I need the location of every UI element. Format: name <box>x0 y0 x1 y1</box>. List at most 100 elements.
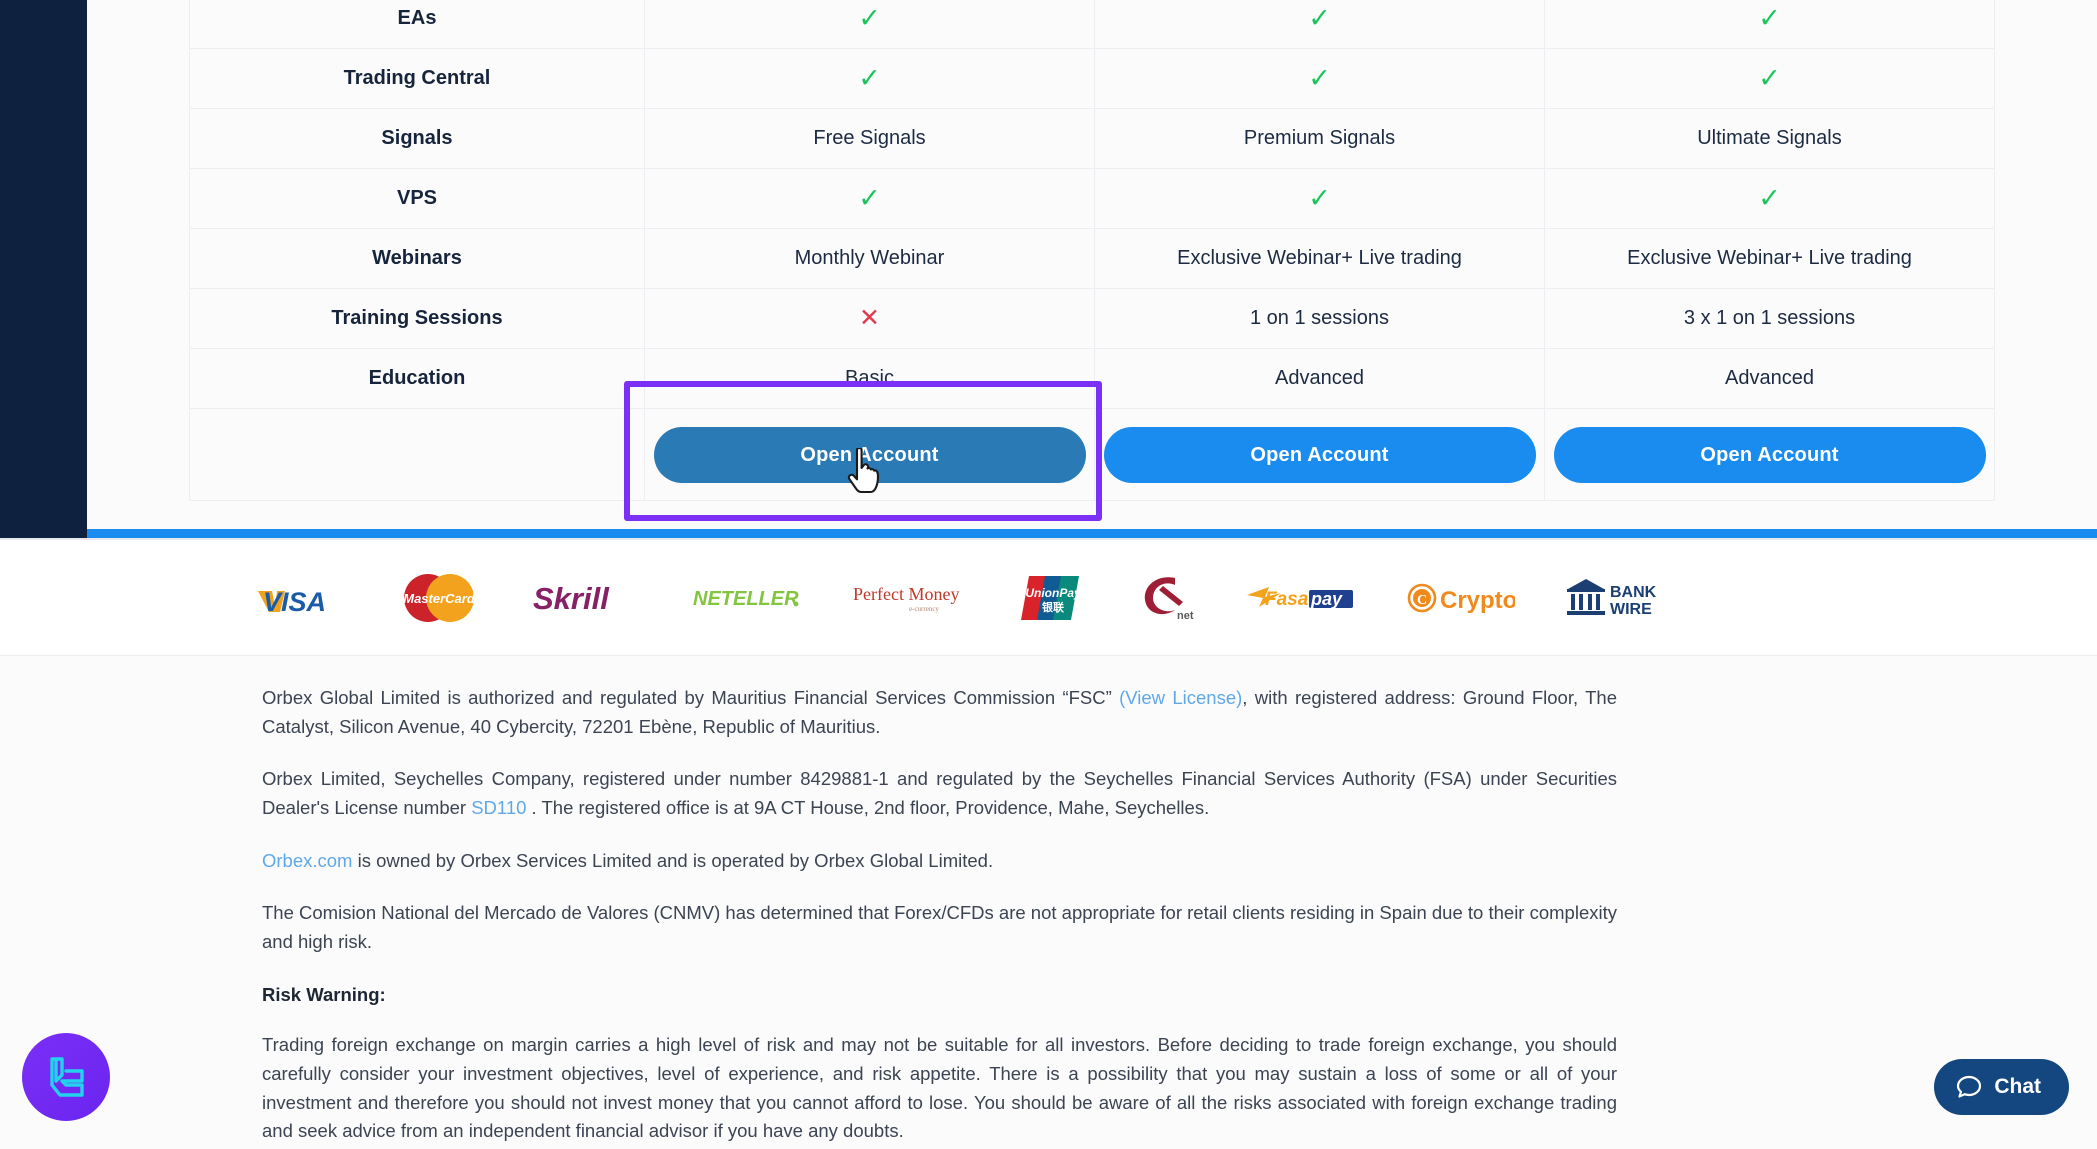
legal-p3-text-after: is owned by Orbex Services Limited and i… <box>352 849 994 871</box>
svg-text:pay: pay <box>1310 589 1343 609</box>
cell-basic: ✓ <box>644 168 1095 229</box>
cell-basic: Free Signals <box>644 108 1095 169</box>
cta-cell-ultimate: Open Account <box>1544 408 1995 501</box>
legal-paragraph-ownership: Orbex.com is owned by Orbex Services Lim… <box>262 847 1617 876</box>
check-icon: ✓ <box>1758 182 1781 213</box>
cta-empty-cell <box>189 408 645 501</box>
page-root: EAs ✓ ✓ ✓ Trading Central ✓ ✓ ✓ Signals Free Sign… <box>0 0 2097 1149</box>
visa-logo: VISA <box>255 570 347 626</box>
svg-text:UnionPay: UnionPay <box>1025 586 1082 600</box>
feature-label: EAs <box>189 0 645 49</box>
fasapay-logo: Fasa pay <box>1247 570 1357 626</box>
feature-label: Trading Central <box>189 48 645 109</box>
legal-disclaimer-section: Orbex Global Limited is authorized and r… <box>262 684 1617 1149</box>
svg-text:Perfect Money: Perfect Money <box>853 584 959 604</box>
floating-brand-badge[interactable] <box>22 1033 110 1121</box>
svg-text:e-currency: e-currency <box>909 605 939 613</box>
open-account-button-premium[interactable]: Open Account <box>1103 426 1536 483</box>
table-row: Webinars Monthly Webinar Exclusive Webinar… <box>189 228 1995 289</box>
cell-ultimate: ✓ <box>1544 168 1995 229</box>
feature-label: Education <box>189 348 645 409</box>
feature-label: Webinars <box>189 228 645 289</box>
bank-wire-logo: BANK WIRE <box>1565 570 1665 626</box>
cell-premium: 1 on 1 sessions <box>1094 288 1545 349</box>
mastercard-logo: MasterCard <box>397 570 481 626</box>
risk-warning-label: Risk Warning: <box>262 983 386 1005</box>
feature-label: VPS <box>189 168 645 229</box>
cell-ultimate: Ultimate Signals <box>1544 108 1995 169</box>
legal-paragraph-cnmv: The Comision National del Mercado de Val… <box>262 902 1617 953</box>
cell-premium: Advanced <box>1094 348 1545 409</box>
left-dark-rail <box>0 0 87 540</box>
svg-text:银联: 银联 <box>1042 600 1064 614</box>
cell-basic: ✓ <box>644 48 1095 109</box>
cell-premium: Exclusive Webinar+ Live trading <box>1094 228 1545 289</box>
orbex-com-link[interactable]: Orbex.com <box>262 850 352 871</box>
check-icon: ✓ <box>858 182 881 213</box>
enet-logo: net <box>1137 570 1197 626</box>
legal-p1-text-before: Orbex Global Limited is authorized and r… <box>262 687 1120 708</box>
cell-premium: Premium Signals <box>1094 108 1545 169</box>
cell-basic: ✓ <box>644 0 1095 49</box>
legal-paragraph-seychelles: Orbex Limited, Seychelles Company, regis… <box>262 765 1617 822</box>
svg-text:Fasa: Fasa <box>1265 589 1309 610</box>
feature-label: Training Sessions <box>189 288 645 349</box>
cell-premium: ✓ <box>1094 168 1545 229</box>
blue-section-divider <box>87 529 2097 538</box>
open-account-button-basic[interactable]: Open Account <box>653 426 1086 483</box>
unionpay-logo: UnionPay 银联 <box>1019 570 1087 626</box>
table-row: EAs ✓ ✓ ✓ <box>189 0 1995 49</box>
svg-text:Skrill: Skrill <box>533 581 610 616</box>
table-row: Education Basic Advanced Advanced <box>189 348 1995 409</box>
check-icon: ✓ <box>1308 182 1331 213</box>
svg-text:BANK: BANK <box>1610 584 1657 601</box>
table-row: Training Sessions ✕ 1 on 1 sessions 3 x 1 o… <box>189 288 1995 349</box>
cell-premium: ✓ <box>1094 0 1545 49</box>
svg-text:Crypto: Crypto <box>1440 587 1515 614</box>
chat-widget-button[interactable]: Chat <box>1934 1059 2069 1115</box>
speech-bubble-icon <box>1956 1074 1982 1100</box>
legal-paragraph-mauritius: Orbex Global Limited is authorized and r… <box>262 684 1617 741</box>
comparison-rows: EAs ✓ ✓ ✓ Trading Central ✓ ✓ ✓ Signals Free Sign… <box>189 0 1995 501</box>
skrill-logo: Skrill <box>531 570 641 626</box>
feature-label: Signals <box>189 108 645 169</box>
cell-basic: ✕ <box>644 288 1095 349</box>
sd110-license-link[interactable]: SD110 <box>471 797 526 818</box>
svg-text:net: net <box>1177 610 1194 622</box>
cell-ultimate: 3 x 1 on 1 sessions <box>1544 288 1995 349</box>
cell-ultimate: ✓ <box>1544 48 1995 109</box>
neteller-logo: NETELLER <box>691 570 801 626</box>
cell-basic: Monthly Webinar <box>644 228 1095 289</box>
cell-ultimate: Advanced <box>1544 348 1995 409</box>
comparison-grid: EAs ✓ ✓ ✓ Trading Central ✓ ✓ ✓ Signals Free Sign… <box>189 0 1995 501</box>
check-icon: ✓ <box>1758 62 1781 93</box>
view-license-link[interactable]: (View License) <box>1119 687 1242 708</box>
cta-cell-premium: Open Account <box>1094 408 1545 501</box>
check-icon: ✓ <box>1308 2 1331 33</box>
payment-methods-strip: VISA MasterCard Skrill NETELLER Perfect … <box>0 540 2097 655</box>
open-account-button-ultimate[interactable]: Open Account <box>1553 426 1986 483</box>
svg-text:NETELLER: NETELLER <box>693 588 799 610</box>
account-comparison-table: EAs ✓ ✓ ✓ Trading Central ✓ ✓ ✓ Signals Free Sign… <box>189 0 1995 501</box>
risk-warning-body: Trading foreign exchange on margin carri… <box>262 1034 1617 1142</box>
svg-text:VISA: VISA <box>263 587 326 615</box>
cell-ultimate: Exclusive Webinar+ Live trading <box>1544 228 1995 289</box>
cross-icon: ✕ <box>859 303 880 332</box>
cell-basic: Basic <box>644 348 1095 409</box>
cta-row: Open Account Open Account Open Account <box>189 408 1995 501</box>
check-icon: ✓ <box>858 62 881 93</box>
legal-p2-text-after: . The registered office is at 9A CT Hous… <box>526 797 1210 819</box>
payments-bottom-rule <box>0 655 2097 656</box>
chat-widget-label: Chat <box>1994 1075 2041 1098</box>
cell-premium: ✓ <box>1094 48 1545 109</box>
check-icon: ✓ <box>858 2 881 33</box>
risk-warning-title: Risk Warning: <box>262 981 1617 1010</box>
svg-text:C: C <box>1417 593 1427 608</box>
table-row: Trading Central ✓ ✓ ✓ <box>189 48 1995 109</box>
lc-monogram-icon <box>50 1057 84 1097</box>
cell-ultimate: ✓ <box>1544 0 1995 49</box>
table-row: VPS ✓ ✓ ✓ <box>189 168 1995 229</box>
check-icon: ✓ <box>1758 2 1781 33</box>
table-row: Signals Free Signals Premium Signals Ultima… <box>189 108 1995 169</box>
check-icon: ✓ <box>1308 62 1331 93</box>
